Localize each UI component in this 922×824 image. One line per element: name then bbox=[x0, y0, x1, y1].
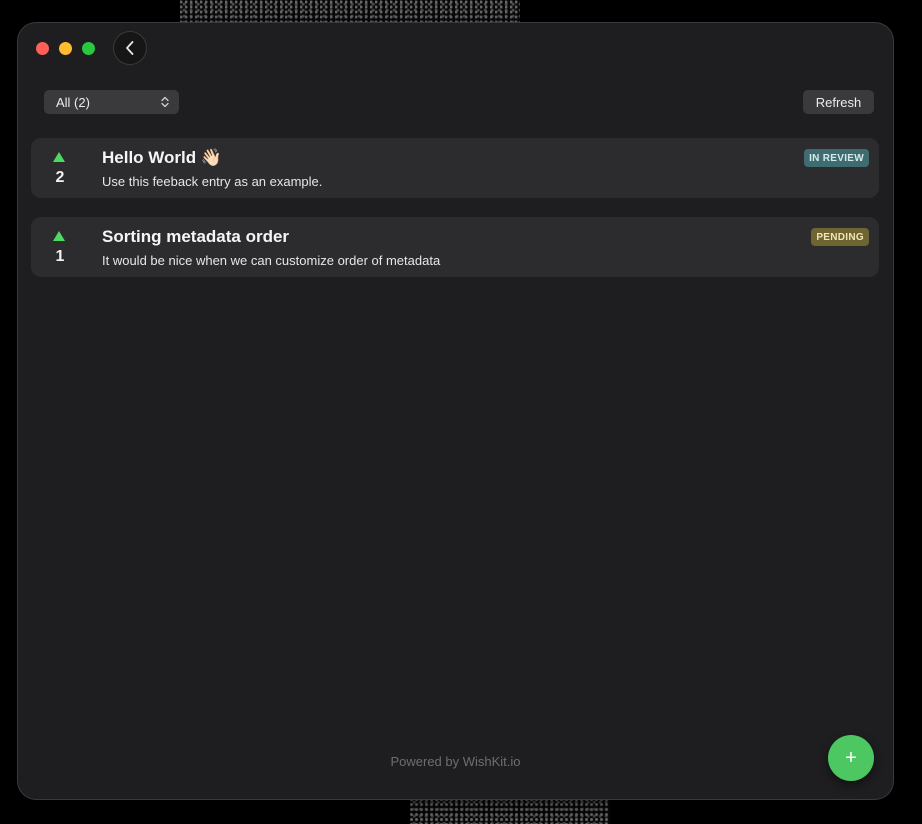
powered-by-footer: Powered by WishKit.io bbox=[390, 754, 521, 769]
upvote-arrow-icon bbox=[53, 152, 65, 162]
chevron-left-icon bbox=[126, 41, 134, 55]
status-badge: IN REVIEW bbox=[804, 149, 869, 167]
feedback-item[interactable]: 1 Sorting metadata order It would be nic… bbox=[31, 217, 879, 277]
add-feedback-button[interactable]: + bbox=[828, 735, 874, 781]
upvote-arrow-icon bbox=[53, 231, 65, 241]
app-window: All (2) Refresh 2 Hello World 👋🏻 Use thi… bbox=[18, 23, 893, 799]
feedback-title: Hello World 👋🏻 bbox=[102, 148, 223, 167]
status-badge: PENDING bbox=[811, 228, 869, 246]
feedback-item[interactable]: 2 Hello World 👋🏻 Use this feeback entry … bbox=[31, 138, 879, 198]
chevron-up-down-icon bbox=[161, 96, 169, 108]
vote-count: 2 bbox=[55, 169, 65, 186]
feedback-title: Sorting metadata order bbox=[102, 227, 290, 246]
plus-icon: + bbox=[845, 746, 857, 769]
upvote-button[interactable]: 1 bbox=[31, 217, 89, 277]
back-button[interactable] bbox=[113, 31, 147, 65]
window-close-button[interactable] bbox=[36, 42, 49, 55]
window-minimize-button[interactable] bbox=[59, 42, 72, 55]
filter-select-value: All (2) bbox=[56, 94, 90, 110]
upvote-button[interactable]: 2 bbox=[31, 138, 89, 198]
desktop-background-bottom bbox=[410, 798, 610, 824]
feedback-list: 2 Hello World 👋🏻 Use this feeback entry … bbox=[31, 138, 879, 296]
feedback-description: Use this feeback entry as an example. bbox=[102, 174, 323, 189]
window-zoom-button[interactable] bbox=[82, 42, 95, 55]
refresh-button[interactable]: Refresh bbox=[803, 90, 874, 114]
filter-select[interactable]: All (2) bbox=[44, 90, 179, 114]
feedback-description: It would be nice when we can customize o… bbox=[102, 253, 441, 268]
vote-count: 1 bbox=[55, 248, 65, 265]
